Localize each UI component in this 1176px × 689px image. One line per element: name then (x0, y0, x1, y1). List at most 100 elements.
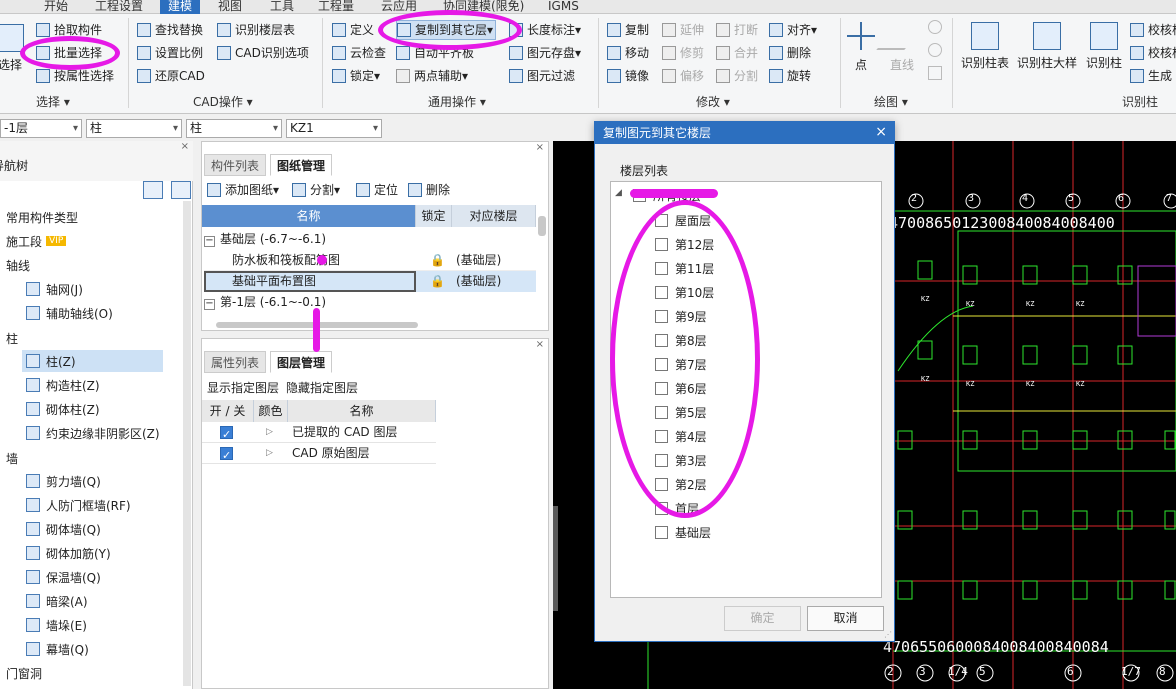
group-cad-label[interactable]: CAD操作 ▾ (193, 93, 253, 110)
two-point-aux-button[interactable]: 两点辅助 ▾ (396, 66, 468, 86)
tree-construction-stage[interactable]: 施工段 VIP (6, 230, 67, 252)
col-lock-header[interactable]: 锁定 (416, 205, 452, 227)
break-button[interactable]: 打断 (716, 20, 758, 40)
tree-hidden-beam[interactable]: 暗梁(A) (26, 590, 88, 612)
check-column-2-button[interactable]: 校核柱 (1130, 43, 1176, 63)
restore-cad-button[interactable]: 还原CAD (137, 66, 205, 86)
delete-button[interactable]: 删除 (769, 43, 811, 63)
layer-toggle-checkbox[interactable] (220, 445, 233, 466)
delete-drawing-button[interactable]: 删除 (408, 180, 450, 200)
tree-shear-wall[interactable]: 剪力墙(Q) (26, 470, 101, 492)
tree-masonry-rebar[interactable]: 砌体加筋(Y) (26, 542, 111, 564)
tree-common-types[interactable]: 常用构件类型 (6, 206, 78, 228)
tab-component-list[interactable]: 构件列表 (204, 154, 267, 176)
add-drawing-button[interactable]: 添加图纸 ▾ (207, 180, 279, 200)
nav-scrollbar[interactable] (183, 201, 191, 686)
group-common-label[interactable]: 通用操作 ▾ (428, 93, 486, 110)
side-splitter[interactable] (553, 506, 558, 611)
tree-insulation-wall[interactable]: 保温墙(Q) (26, 566, 101, 588)
close-icon[interactable]: × (536, 339, 544, 350)
tree-masonry-wall[interactable]: 砌体墙(Q) (26, 518, 101, 540)
align-button[interactable]: 对齐 ▾ (769, 20, 817, 40)
close-icon[interactable]: × (875, 124, 887, 140)
identify-column-table-button[interactable]: 识别柱表 (960, 22, 1010, 71)
floor-select[interactable]: -1层 (0, 119, 82, 138)
tab-quantities[interactable]: 工程量 (318, 0, 354, 14)
collapse-icon[interactable]: − (204, 236, 215, 247)
tree-aux-axis[interactable]: 辅助轴线(O) (26, 302, 113, 324)
find-replace-button[interactable]: 查找替换 (137, 20, 203, 40)
tab-modeling[interactable]: 建模 (160, 0, 201, 14)
identify-floor-table-button[interactable]: 识别楼层表 (217, 20, 295, 40)
rotate-button[interactable]: 旋转 (769, 66, 811, 86)
arc-icon[interactable] (928, 43, 942, 57)
expand-icon[interactable]: ▷ (266, 422, 273, 443)
cad-options-button[interactable]: CAD识别选项 (217, 43, 309, 63)
group-select-label[interactable]: 选择 ▾ (36, 93, 70, 110)
list-view-icon[interactable] (143, 181, 163, 199)
close-icon[interactable]: × (536, 142, 544, 153)
element-filter-button[interactable]: 图元过滤 (509, 66, 575, 86)
group-identify-label[interactable]: 识别柱 (1122, 93, 1158, 110)
table-row[interactable]: − 第-1层 (-6.1~-0.1) (204, 292, 536, 313)
col-toggle-header[interactable]: 开 / 关 (202, 400, 254, 422)
group-draw-label[interactable]: 绘图 ▾ (874, 93, 908, 110)
tree-wall-pier[interactable]: 墙垛(E) (26, 614, 87, 636)
extend-button[interactable]: 延伸 (662, 20, 704, 40)
tree-edge-zone[interactable]: 约束边缘非阴影区(Z) (26, 422, 160, 444)
table-row[interactable]: 基础平面布置图 🔒 (基础层) (204, 271, 536, 292)
locate-button[interactable]: 定位 (356, 180, 398, 200)
tree-civil-defense-wall[interactable]: 人防门框墙(RF) (26, 494, 131, 516)
table-row[interactable]: ▷ 已提取的 CAD 图层 (202, 422, 436, 445)
expand-icon[interactable]: ▷ (266, 443, 273, 464)
trim-button[interactable]: 修剪 (662, 43, 704, 63)
resize-grip-icon[interactable]: ⋰ (884, 630, 892, 639)
rect-icon[interactable] (928, 66, 942, 80)
table-row[interactable]: − 基础层 (-6.7~-6.1) (204, 229, 536, 250)
circle-icon[interactable] (928, 20, 942, 34)
tree-column[interactable]: 柱(Z) (22, 350, 163, 372)
grid-view-icon[interactable] (171, 181, 191, 199)
col-name-header[interactable]: 名称 (202, 205, 416, 227)
generate-button[interactable]: 生成 (1130, 66, 1172, 86)
tab-cloud[interactable]: 云应用 (381, 0, 417, 14)
layer-toggle-checkbox[interactable] (220, 424, 233, 445)
copy-button[interactable]: 复制 (607, 20, 649, 40)
tab-igms[interactable]: IGMS (548, 0, 579, 14)
collapse-icon[interactable]: ◢ (615, 188, 622, 198)
identify-column-detail-button[interactable]: 识别柱大样 (1015, 22, 1079, 71)
floor-label[interactable]: 基础层 (675, 524, 711, 541)
hide-layer-link[interactable]: 隐藏指定图层 (286, 379, 358, 396)
offset-button[interactable]: 偏移 (662, 66, 704, 86)
tab-drawing-management[interactable]: 图纸管理 (270, 154, 333, 176)
mirror-button[interactable]: 镜像 (607, 66, 649, 86)
table-row[interactable]: ▷ CAD 原始图层 (202, 443, 436, 466)
set-scale-button[interactable]: 设置比例 (137, 43, 203, 63)
lock-icon[interactable]: 🔒 (430, 250, 445, 271)
tab-view[interactable]: 视图 (218, 0, 242, 14)
merge-button[interactable]: 合并 (716, 43, 758, 63)
tree-column-category[interactable]: 柱 (6, 327, 18, 349)
category-select[interactable]: 柱 (86, 119, 182, 138)
col-layer-name-header[interactable]: 名称 (288, 400, 436, 422)
tab-layer-management[interactable]: 图层管理 (270, 351, 333, 373)
type-select[interactable]: 柱 (186, 119, 282, 138)
collapse-icon[interactable]: − (204, 299, 215, 310)
tree-door-window[interactable]: 门窗洞 (6, 662, 42, 684)
cloud-check-button[interactable]: 云检查 (332, 43, 386, 63)
save-element-button[interactable]: 图元存盘 ▾ (509, 43, 581, 63)
cancel-button[interactable]: 取消 (807, 606, 884, 631)
lock-icon[interactable]: 🔒 (430, 271, 445, 292)
vertical-scrollbar[interactable] (538, 216, 546, 236)
split-button[interactable]: 分割 (716, 66, 758, 86)
tree-curtain-wall[interactable]: 幕墙(Q) (26, 638, 89, 660)
tree-constructional-column[interactable]: 构造柱(Z) (26, 374, 100, 396)
tree-masonry-column[interactable]: 砌体柱(Z) (26, 398, 100, 420)
tab-project-settings[interactable]: 工程设置 (95, 0, 143, 14)
split-drawing-button[interactable]: 分割 ▾ (292, 180, 340, 200)
table-row[interactable]: 防水板和筏板配筋图 🔒 (基础层) (204, 250, 536, 271)
col-color-header[interactable]: 颜色 (254, 400, 288, 422)
ok-button[interactable]: 确定 (724, 606, 801, 631)
component-select[interactable]: KZ1 (286, 119, 382, 138)
define-button[interactable]: 定义 (332, 20, 374, 40)
